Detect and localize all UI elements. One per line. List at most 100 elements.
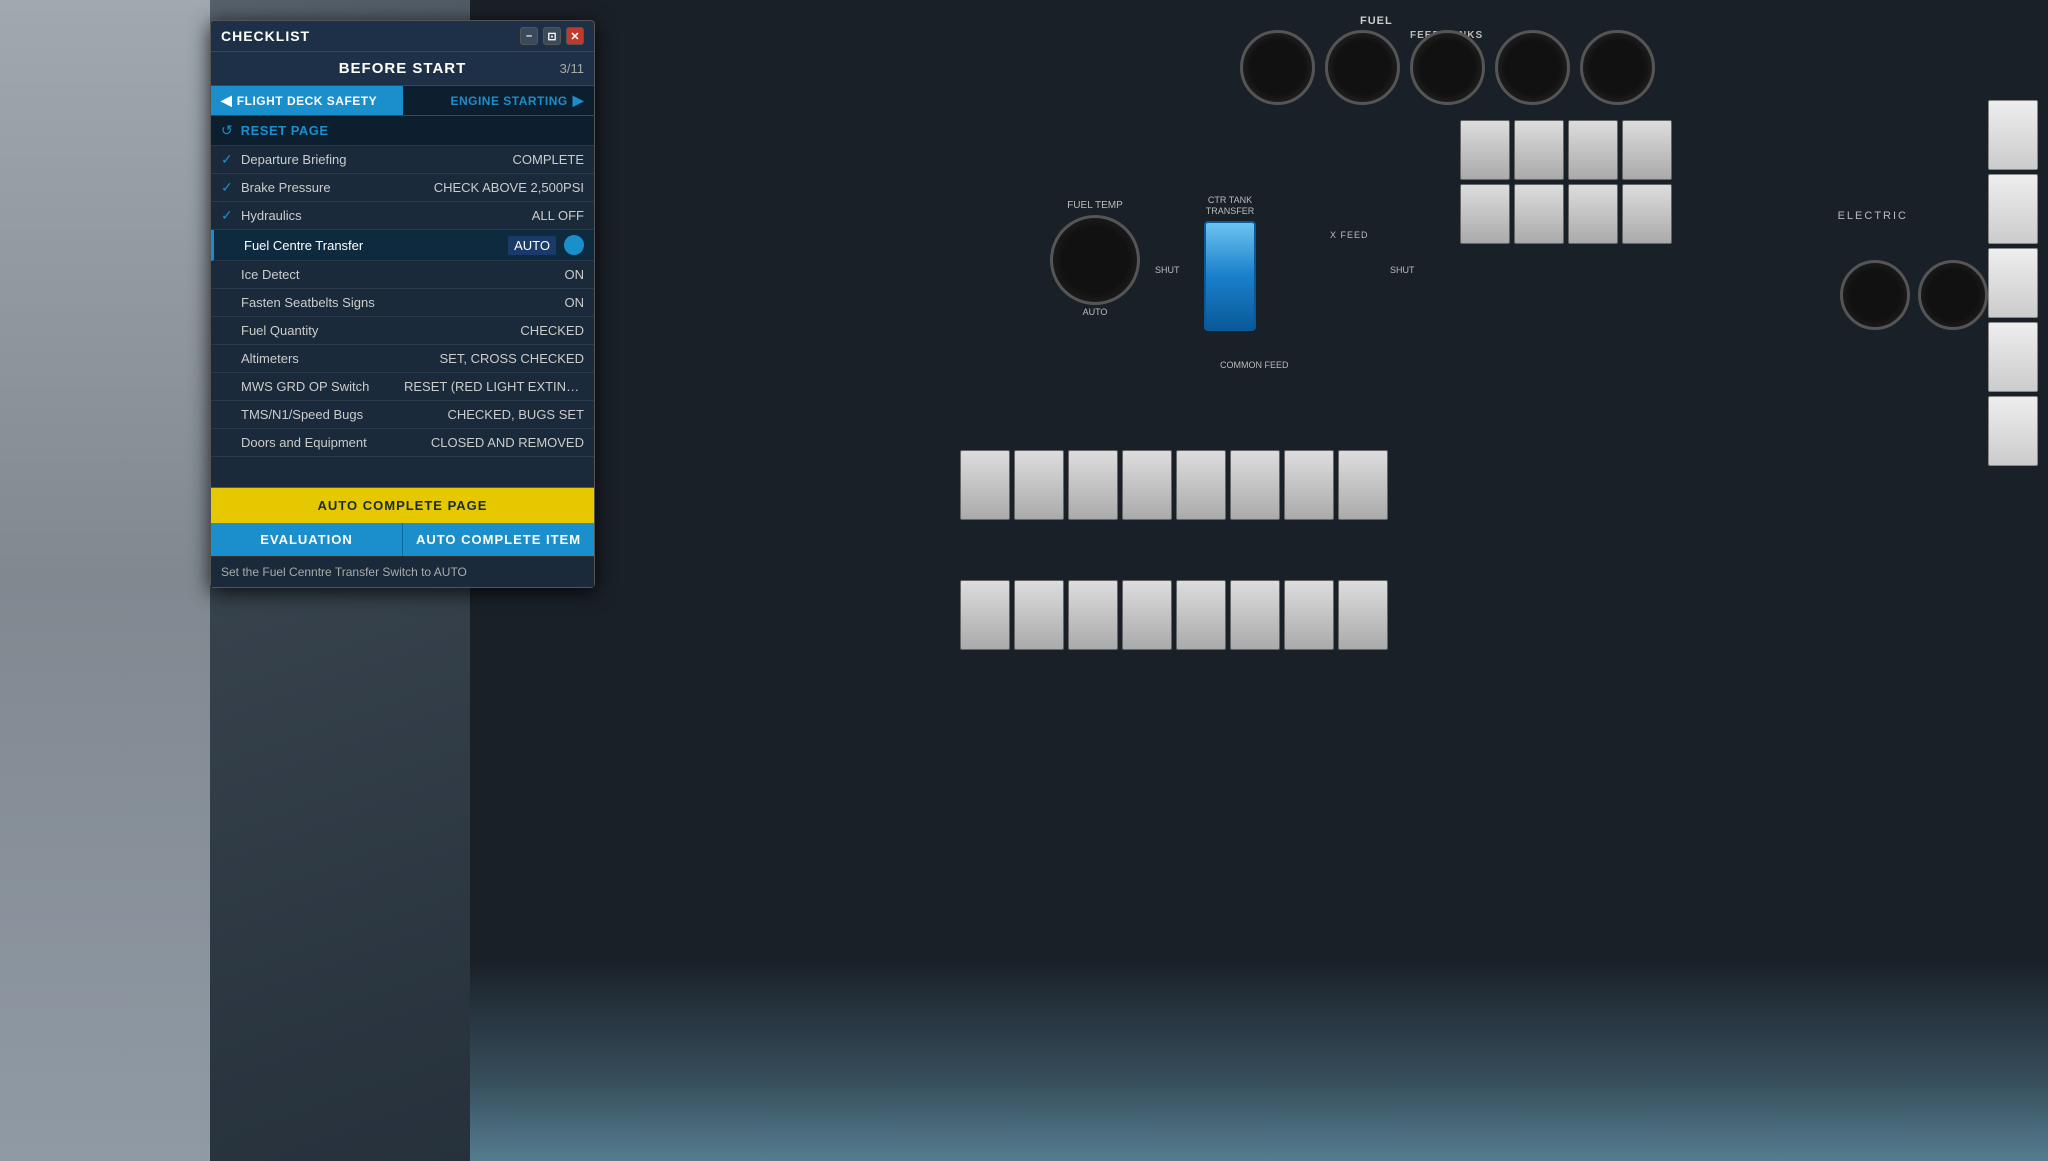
sw[interactable]: [1230, 580, 1280, 650]
checklist-items-list: ✓ Departure Briefing COMPLETE ✓ Brake Pr…: [211, 146, 594, 457]
next-arrow-icon: ▶: [573, 92, 584, 109]
check-mark-2: ✓: [221, 207, 241, 224]
sw[interactable]: [1568, 120, 1618, 180]
amp-gauge: [1918, 260, 1988, 330]
sw[interactable]: [960, 580, 1010, 650]
lower-switch-panel-1: [960, 450, 1388, 520]
shut-label-2: SHUT: [1390, 265, 1415, 275]
item-name-2: Hydraulics: [241, 208, 532, 223]
auto-complete-item-button[interactable]: AUTO COMPLETE ITEM: [402, 523, 594, 556]
common-feed-label: COMMON FEED: [1220, 360, 1289, 370]
ctr-tank-area: CTR TANK TRANSFER: [1200, 195, 1260, 331]
ctr-tank-label: CTR TANK TRANSFER: [1200, 195, 1260, 217]
eng-sw[interactable]: [1988, 322, 2038, 392]
eng-sw[interactable]: [1988, 174, 2038, 244]
checklist-item-4[interactable]: Ice Detect ON: [211, 261, 594, 289]
nav-row: ◀ FLIGHT DECK SAFETY ENGINE STARTING ▶: [211, 86, 594, 116]
reset-row[interactable]: ↺ RESET PAGE: [211, 116, 594, 146]
item-name-8: MWS GRD OP Switch: [241, 379, 404, 394]
check-mark-1: ✓: [221, 179, 241, 196]
instrument-panel: FUEL FEED TANKS FUEL TEMP AUTO CTR TANK …: [470, 0, 2048, 1161]
volts-gauge: [1840, 260, 1910, 330]
gauge-4: [1495, 30, 1570, 105]
section-header: BEFORE START 3/11: [211, 52, 594, 86]
sw[interactable]: [1460, 120, 1510, 180]
eng-sw[interactable]: [1988, 100, 2038, 170]
checklist-title: CHECKLIST: [221, 28, 310, 44]
item-value-3: AUTO: [508, 236, 556, 255]
item-name-9: TMS/N1/Speed Bugs: [241, 407, 447, 422]
sw[interactable]: [1338, 450, 1388, 520]
restore-button[interactable]: ⊡: [543, 27, 561, 45]
checklist-item-3[interactable]: Fuel Centre Transfer AUTO: [211, 230, 594, 261]
fuel-temp-label: FUEL TEMP: [1050, 200, 1140, 211]
xfeed-area: X FEED: [1330, 230, 1369, 240]
sw[interactable]: [1284, 450, 1334, 520]
eng-sw[interactable]: [1988, 248, 2038, 318]
sw[interactable]: [1014, 580, 1064, 650]
gauges-row: [1240, 30, 1655, 105]
shut-label-1: SHUT: [1155, 265, 1180, 275]
ctr-tank-switch[interactable]: [1204, 221, 1256, 331]
sw[interactable]: [1176, 450, 1226, 520]
sw[interactable]: [1514, 184, 1564, 244]
checklist-item-6[interactable]: Fuel Quantity CHECKED: [211, 317, 594, 345]
auto-complete-page-button[interactable]: AUTO COMPLETE PAGE: [211, 487, 594, 523]
item-name-6: Fuel Quantity: [241, 323, 520, 338]
top-switch-panel: [1460, 120, 1672, 244]
sw[interactable]: [1338, 580, 1388, 650]
nav-prev-button[interactable]: ◀ FLIGHT DECK SAFETY: [211, 86, 403, 115]
lower-switch-panel-2: [960, 580, 1388, 650]
title-bar: CHECKLIST – ⊡ ✕: [211, 21, 594, 52]
nav-next-button[interactable]: ENGINE STARTING ▶: [403, 86, 595, 115]
item-name-10: Doors and Equipment: [241, 435, 431, 450]
checklist-item-2[interactable]: ✓ Hydraulics ALL OFF: [211, 202, 594, 230]
item-value-1: CHECK ABOVE 2,500PSI: [434, 180, 584, 195]
item-name-0: Departure Briefing: [241, 152, 512, 167]
item-name-4: Ice Detect: [241, 267, 565, 282]
sw[interactable]: [1622, 184, 1672, 244]
evaluation-button[interactable]: EVALUATION: [211, 523, 402, 556]
item-value-7: SET, CROSS CHECKED: [440, 351, 584, 366]
checklist-item-5[interactable]: Fasten Seatbelts Signs ON: [211, 289, 594, 317]
checklist-item-9[interactable]: TMS/N1/Speed Bugs CHECKED, BUGS SET: [211, 401, 594, 429]
sw[interactable]: [1068, 450, 1118, 520]
electric-label: ELECTRIC: [1838, 210, 1908, 222]
item-name-5: Fasten Seatbelts Signs: [241, 295, 565, 310]
item-value-6: CHECKED: [520, 323, 584, 338]
checklist-item-8[interactable]: MWS GRD OP Switch RESET (RED LIGHT EXTIN…: [211, 373, 594, 401]
sw[interactable]: [1230, 450, 1280, 520]
engines-panel: [1988, 100, 2038, 466]
fuel-label: FUEL: [1360, 15, 1393, 27]
fuel-temp-gauge: [1050, 215, 1140, 305]
nav-prev-label: FLIGHT DECK SAFETY: [237, 94, 377, 108]
sw[interactable]: [1622, 120, 1672, 180]
sw[interactable]: [1460, 184, 1510, 244]
sw[interactable]: [1122, 450, 1172, 520]
electric-gauges: [1840, 260, 1988, 330]
item-value-8: RESET (RED LIGHT EXTINGUIS...: [404, 379, 584, 394]
spacer: [211, 457, 594, 487]
page-counter: 3/11: [560, 61, 584, 76]
checklist-window: CHECKLIST – ⊡ ✕ BEFORE START 3/11 ◀ FLIG…: [210, 20, 595, 588]
auto-label: AUTO: [1050, 307, 1140, 317]
sw[interactable]: [960, 450, 1010, 520]
sw[interactable]: [1176, 580, 1226, 650]
checklist-item-10[interactable]: Doors and Equipment CLOSED AND REMOVED: [211, 429, 594, 457]
checklist-item-0[interactable]: ✓ Departure Briefing COMPLETE: [211, 146, 594, 174]
sw[interactable]: [1284, 580, 1334, 650]
checklist-item-1[interactable]: ✓ Brake Pressure CHECK ABOVE 2,500PSI: [211, 174, 594, 202]
item-value-0: COMPLETE: [512, 152, 584, 167]
sw[interactable]: [1122, 580, 1172, 650]
eng-sw[interactable]: [1988, 396, 2038, 466]
sw[interactable]: [1568, 184, 1618, 244]
minimize-button[interactable]: –: [520, 27, 538, 45]
checklist-item-7[interactable]: Altimeters SET, CROSS CHECKED: [211, 345, 594, 373]
reset-label: RESET PAGE: [241, 123, 329, 138]
item-value-9: CHECKED, BUGS SET: [447, 407, 584, 422]
gauge-1: [1240, 30, 1315, 105]
sw[interactable]: [1514, 120, 1564, 180]
sw[interactable]: [1014, 450, 1064, 520]
sw[interactable]: [1068, 580, 1118, 650]
close-button[interactable]: ✕: [566, 27, 584, 45]
